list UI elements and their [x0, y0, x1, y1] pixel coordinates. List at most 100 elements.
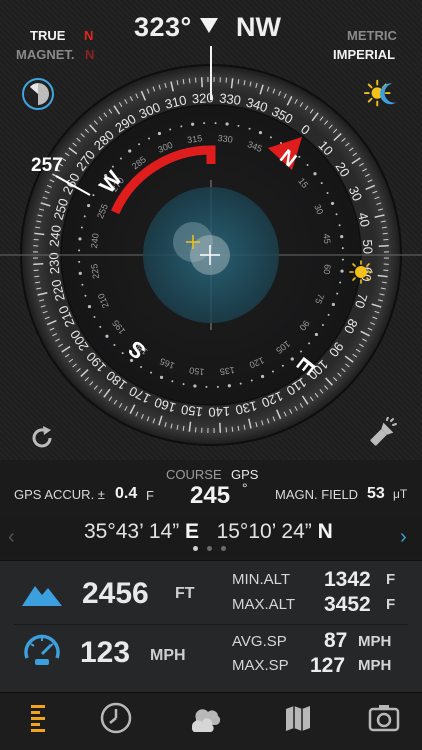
inner-tick [119, 157, 122, 160]
coord-second-dir: N [317, 520, 333, 543]
speed-unit: MPH [150, 647, 186, 664]
inner-tick [99, 325, 102, 328]
inner-tick [150, 371, 153, 374]
page-dot[interactable] [221, 546, 226, 551]
page-dot[interactable] [207, 546, 212, 551]
outer-tick-label: 240 [46, 224, 64, 247]
outer-tick [382, 232, 388, 235]
inner-tick [326, 192, 329, 195]
chevron-right-icon[interactable]: › [400, 526, 407, 549]
inner-tick-label: 150 [189, 365, 205, 377]
clouds-icon [191, 709, 221, 732]
inner-tick [341, 258, 344, 261]
clock-icon [100, 702, 132, 734]
inner-tick [321, 323, 324, 326]
max-alt-value: 3452 [324, 593, 371, 616]
camera-icon [368, 705, 400, 732]
outer-tick-label: 140 [208, 404, 230, 420]
inner-tick [138, 143, 141, 146]
chevron-left-icon[interactable]: ‹ [8, 526, 15, 549]
inner-tick [83, 215, 86, 218]
inner-tick [300, 350, 303, 353]
inner-tick [327, 313, 330, 316]
inner-tick [281, 364, 284, 367]
heading-value: 323° [134, 12, 192, 42]
inner-tick [338, 224, 341, 227]
inner-tick [80, 226, 83, 229]
gps-accuracy-value: 0.4 [115, 485, 138, 502]
inner-tick [81, 283, 84, 286]
inner-tick [260, 374, 265, 379]
inner-tick [339, 281, 342, 284]
inner-tick [171, 380, 174, 383]
tab-weather[interactable] [186, 698, 226, 738]
inner-tick [331, 302, 335, 307]
coordinates-text: 35°43’ 14” E 15°10’ 24” N [84, 520, 333, 544]
flashlight-button[interactable] [364, 416, 400, 452]
inner-tick [313, 172, 317, 176]
tab-map[interactable] [278, 698, 318, 738]
speedometer-icon [22, 630, 62, 673]
compass-dial[interactable]: 0102030405060708090100110120130140150160… [0, 40, 422, 460]
inner-tick [330, 201, 335, 206]
inner-tick [203, 122, 206, 125]
max-speed-label: MAX.SP [232, 657, 289, 674]
outer-tick [188, 78, 191, 84]
magnetic-field-unit: μT [393, 487, 408, 501]
inner-tick [306, 163, 309, 166]
max-speed-value: 127 [310, 654, 346, 677]
inner-tick [157, 131, 162, 136]
gps-accuracy-unit: F [146, 488, 154, 503]
inner-tick [140, 365, 143, 368]
page-indicator[interactable] [193, 546, 226, 551]
inner-tick [121, 352, 124, 355]
min-alt-label: MIN.ALT [232, 571, 291, 588]
altitude-value: 2456 [82, 577, 149, 610]
max-alt-label: MAX.ALT [232, 596, 296, 613]
inner-tick [148, 137, 151, 140]
inner-tick [169, 128, 172, 131]
inner-tick [87, 203, 91, 208]
inner-tick [214, 122, 217, 125]
inner-tick [159, 375, 164, 379]
min-alt-unit: F [386, 571, 396, 588]
magnetic-field-label: MAGN. FIELD [275, 487, 359, 502]
sun-icon [349, 260, 373, 284]
inner-tick [78, 260, 81, 263]
avg-speed-unit: MPH [358, 633, 392, 650]
tab-compass[interactable] [20, 698, 60, 738]
bars-icon [31, 705, 45, 732]
inner-tick [335, 213, 338, 216]
heading-pointer-icon [200, 18, 218, 33]
heading-direction: NW [236, 12, 281, 42]
inner-tick [250, 379, 253, 382]
inner-tick [180, 125, 183, 128]
inner-tick [216, 385, 219, 388]
inner-tick [93, 315, 96, 318]
inner-tick [87, 304, 92, 309]
tab-camera[interactable] [364, 698, 404, 738]
inner-tick [84, 294, 87, 297]
mountain-icon [22, 582, 62, 611]
inner-tick [113, 344, 116, 347]
course-degree-symbol: ° [242, 480, 248, 496]
inner-tick [191, 122, 195, 126]
page-dot[interactable] [193, 546, 198, 551]
inner-tick [78, 249, 81, 252]
inner-tick-label: 225 [89, 263, 101, 279]
max-speed-unit: MPH [358, 657, 392, 674]
speed-value: 123 [80, 636, 131, 669]
coord-second-value: 15°10’ 24” [216, 520, 312, 543]
tab-clock[interactable] [96, 698, 136, 738]
inner-tick [237, 124, 240, 127]
refresh-icon [32, 426, 52, 448]
inner-tick [314, 332, 319, 337]
max-alt-unit: F [386, 596, 396, 613]
inner-tick [341, 247, 344, 250]
recalibrate-button[interactable] [24, 420, 60, 456]
bearing-marker-label: 257 [31, 155, 63, 176]
outer-tick-label: 330 [218, 90, 241, 108]
inner-tick [290, 357, 294, 361]
magnetic-field-value: 53 [367, 485, 385, 502]
inner-tick [336, 292, 339, 295]
